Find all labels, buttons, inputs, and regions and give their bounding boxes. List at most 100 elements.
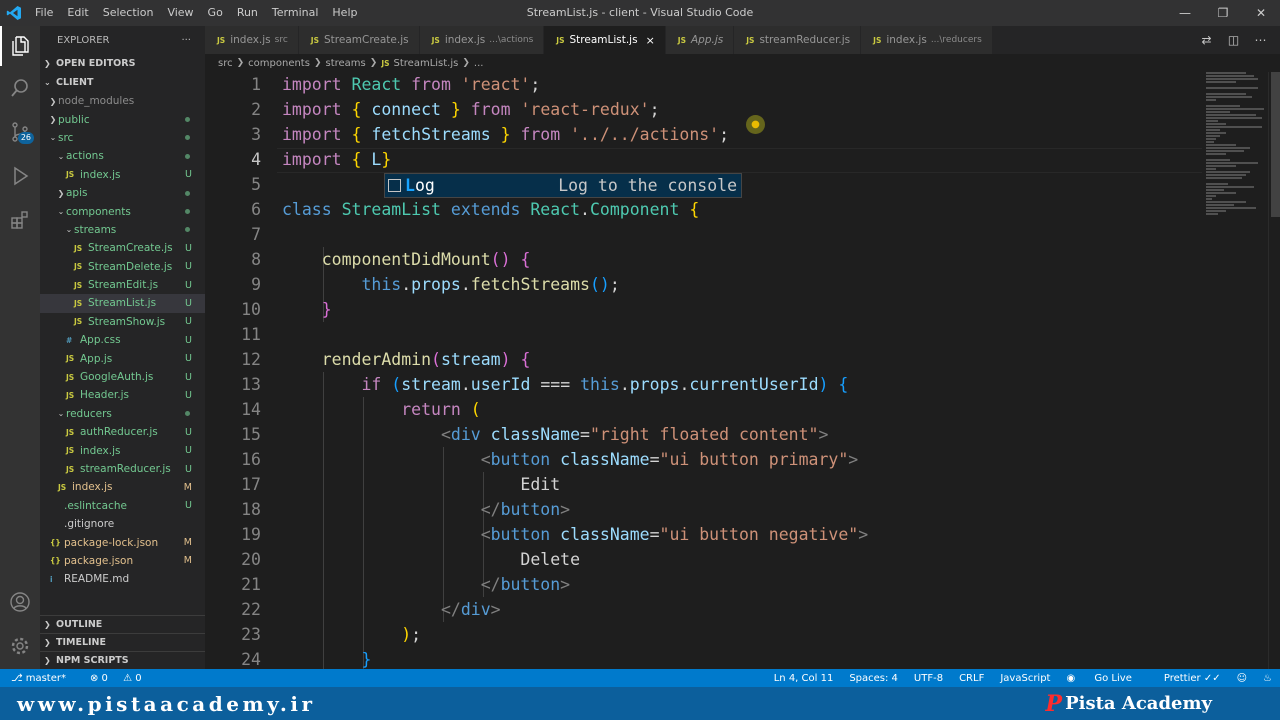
errors-count: 0 — [101, 672, 108, 684]
json-file-icon: {} — [50, 556, 61, 566]
restore-icon[interactable]: ❐ — [1204, 0, 1242, 26]
tree-item-authreducer-js[interactable]: JS authReducer.js U — [40, 423, 205, 441]
explorer-icon[interactable] — [0, 26, 40, 66]
search-icon[interactable] — [0, 68, 40, 108]
breadcrumb-item[interactable]: ... — [474, 58, 484, 69]
code-token: import — [282, 100, 352, 119]
section-npm-scripts[interactable]: ❯ NPM SCRIPTS — [40, 651, 205, 669]
minimap-line — [1206, 204, 1234, 206]
indentation[interactable]: Spaces: 4 — [849, 673, 898, 684]
tree-item-app-js[interactable]: JS App.js U — [40, 349, 205, 367]
open-changes-icon[interactable]: ⇄ — [1193, 33, 1220, 47]
minimap-line — [1206, 201, 1246, 203]
tree-item-package-lock-json[interactable]: {} package-lock.json M — [40, 533, 205, 551]
tree-item-label: package-lock.json — [64, 536, 159, 549]
tree-item-googleauth-js[interactable]: JS GoogleAuth.js U — [40, 368, 205, 386]
tree-item-package-json[interactable]: {} package.json M — [40, 552, 205, 570]
code-editor[interactable]: 1 import React from 'react'; 2 import { con… — [205, 72, 1280, 669]
tree-item-label: App.css — [80, 334, 121, 347]
go-live-item[interactable]: ◉ Go Live — [1066, 673, 1131, 684]
tree-item-index-js[interactable]: JS index.js M — [40, 478, 205, 496]
manage-gear-icon[interactable] — [0, 626, 40, 666]
tree-item-reducers[interactable]: ⌄ reducers — [40, 405, 205, 423]
menu-view[interactable]: View — [160, 0, 200, 26]
problems-item[interactable]: ⊗ 0 ⚠ 0 — [90, 673, 154, 684]
breadcrumb-item[interactable]: StreamList.js — [394, 58, 459, 69]
tab-streamreducer-js[interactable]: JS streamReducer.js — [734, 26, 862, 54]
tree-item-node-modules[interactable]: ❯ node_modules — [40, 92, 205, 110]
line-text: class StreamList extends React.Component… — [282, 197, 699, 222]
menu-help[interactable]: Help — [325, 0, 364, 26]
code-token: from — [411, 75, 461, 94]
scrollbar-thumb[interactable] — [1271, 72, 1280, 217]
branch-item[interactable]: ⎇ master* — [11, 673, 78, 684]
tree-item--eslintcache[interactable]: .eslintcache U — [40, 497, 205, 515]
tree-item-streamdelete-js[interactable]: JS StreamDelete.js U — [40, 258, 205, 276]
tree-item-streamreducer-js[interactable]: JS streamReducer.js U — [40, 460, 205, 478]
notifications-bell-icon[interactable]: ♨ — [1263, 673, 1272, 684]
code-token: > — [818, 425, 829, 444]
tree-item-actions[interactable]: ⌄ actions — [40, 147, 205, 165]
open-editors-section[interactable]: ❯ OPEN EDITORS — [40, 54, 205, 73]
tab-index-js[interactable]: JS index.js src — [205, 26, 299, 54]
feedback-icon[interactable]: ☺ — [1237, 673, 1247, 684]
code-line: 12 renderAdmin(stream) { — [205, 347, 1205, 372]
language-mode[interactable]: JavaScript — [1000, 673, 1050, 684]
section-outline[interactable]: ❯ OUTLINE — [40, 615, 205, 633]
tree-item-streamedit-js[interactable]: JS StreamEdit.js U — [40, 276, 205, 294]
cursor-position[interactable]: Ln 4, Col 11 — [774, 673, 834, 684]
more-icon[interactable]: ⋯ — [1247, 33, 1274, 47]
tree-item-streamcreate-js[interactable]: JS StreamCreate.js U — [40, 239, 205, 257]
encoding[interactable]: UTF-8 — [914, 673, 943, 684]
menu-file[interactable]: File — [28, 0, 60, 26]
tree-item-readme-md[interactable]: i README.md — [40, 570, 205, 588]
close-icon[interactable]: ✕ — [1242, 0, 1280, 26]
more-actions-icon[interactable]: ··· — [181, 35, 191, 46]
tree-item-src[interactable]: ⌄ src — [40, 129, 205, 147]
minimap-line — [1206, 120, 1218, 122]
breadcrumb-item[interactable]: src — [218, 58, 233, 69]
run-debug-icon[interactable] — [0, 156, 40, 196]
extensions-icon[interactable] — [0, 200, 40, 240]
suggest-widget[interactable]: L og Log to the console — [384, 173, 742, 198]
tab-streamcreate-js[interactable]: JS StreamCreate.js — [298, 26, 420, 54]
section-timeline[interactable]: ❯ TIMELINE — [40, 633, 205, 651]
tab-app-js[interactable]: JS App.js — [665, 26, 735, 54]
breadcrumb-item[interactable]: streams — [326, 58, 366, 69]
tree-item--gitignore[interactable]: .gitignore — [40, 515, 205, 533]
tree-item-index-js[interactable]: JS index.js U — [40, 441, 205, 459]
tree-item-label: node_modules — [58, 95, 135, 108]
vertical-scrollbar[interactable] — [1268, 72, 1280, 669]
tab-index-js[interactable]: JS index.js ...\reducers — [861, 26, 993, 54]
accounts-icon[interactable] — [0, 582, 40, 622]
client-root-section[interactable]: ⌄ CLIENT — [40, 73, 205, 92]
close-tab-icon[interactable]: × — [646, 34, 655, 47]
prettier-item[interactable]: Prettier ✓✓ — [1148, 673, 1221, 684]
source-control-icon[interactable]: 26 — [0, 112, 40, 152]
minimap[interactable] — [1206, 72, 1268, 222]
tree-item-streamlist-js[interactable]: JS StreamList.js U — [40, 294, 205, 313]
menu-edit[interactable]: Edit — [60, 0, 95, 26]
tree-item-index-js[interactable]: JS index.js U — [40, 166, 205, 184]
line-text: } — [282, 297, 332, 322]
minimize-icon[interactable]: — — [1166, 0, 1204, 26]
tree-item-streams[interactable]: ⌄ streams — [40, 221, 205, 239]
tree-item-streamshow-js[interactable]: JS StreamShow.js U — [40, 313, 205, 331]
js-file-icon: JS — [66, 390, 75, 400]
menu-go[interactable]: Go — [201, 0, 230, 26]
tree-item-public[interactable]: ❯ public — [40, 110, 205, 128]
tab-streamlist-js[interactable]: JS StreamList.js × — [544, 26, 666, 54]
split-editor-icon[interactable]: ◫ — [1220, 33, 1247, 47]
end-of-line[interactable]: CRLF — [959, 673, 984, 684]
menu-run[interactable]: Run — [230, 0, 265, 26]
watermark-banner: www.pistaacademy.ir P Pista Academy — [0, 687, 1280, 720]
lightbulb-icon[interactable]: ● — [746, 115, 765, 134]
tree-item-app-css[interactable]: # App.css U — [40, 331, 205, 349]
breadcrumb-item[interactable]: components — [248, 58, 310, 69]
tree-item-apis[interactable]: ❯ apis — [40, 184, 205, 202]
menu-terminal[interactable]: Terminal — [265, 0, 326, 26]
tab-index-js[interactable]: JS index.js ...\actions — [419, 26, 545, 54]
menu-selection[interactable]: Selection — [96, 0, 161, 26]
tree-item-header-js[interactable]: JS Header.js U — [40, 386, 205, 404]
tree-item-components[interactable]: ⌄ components — [40, 202, 205, 220]
